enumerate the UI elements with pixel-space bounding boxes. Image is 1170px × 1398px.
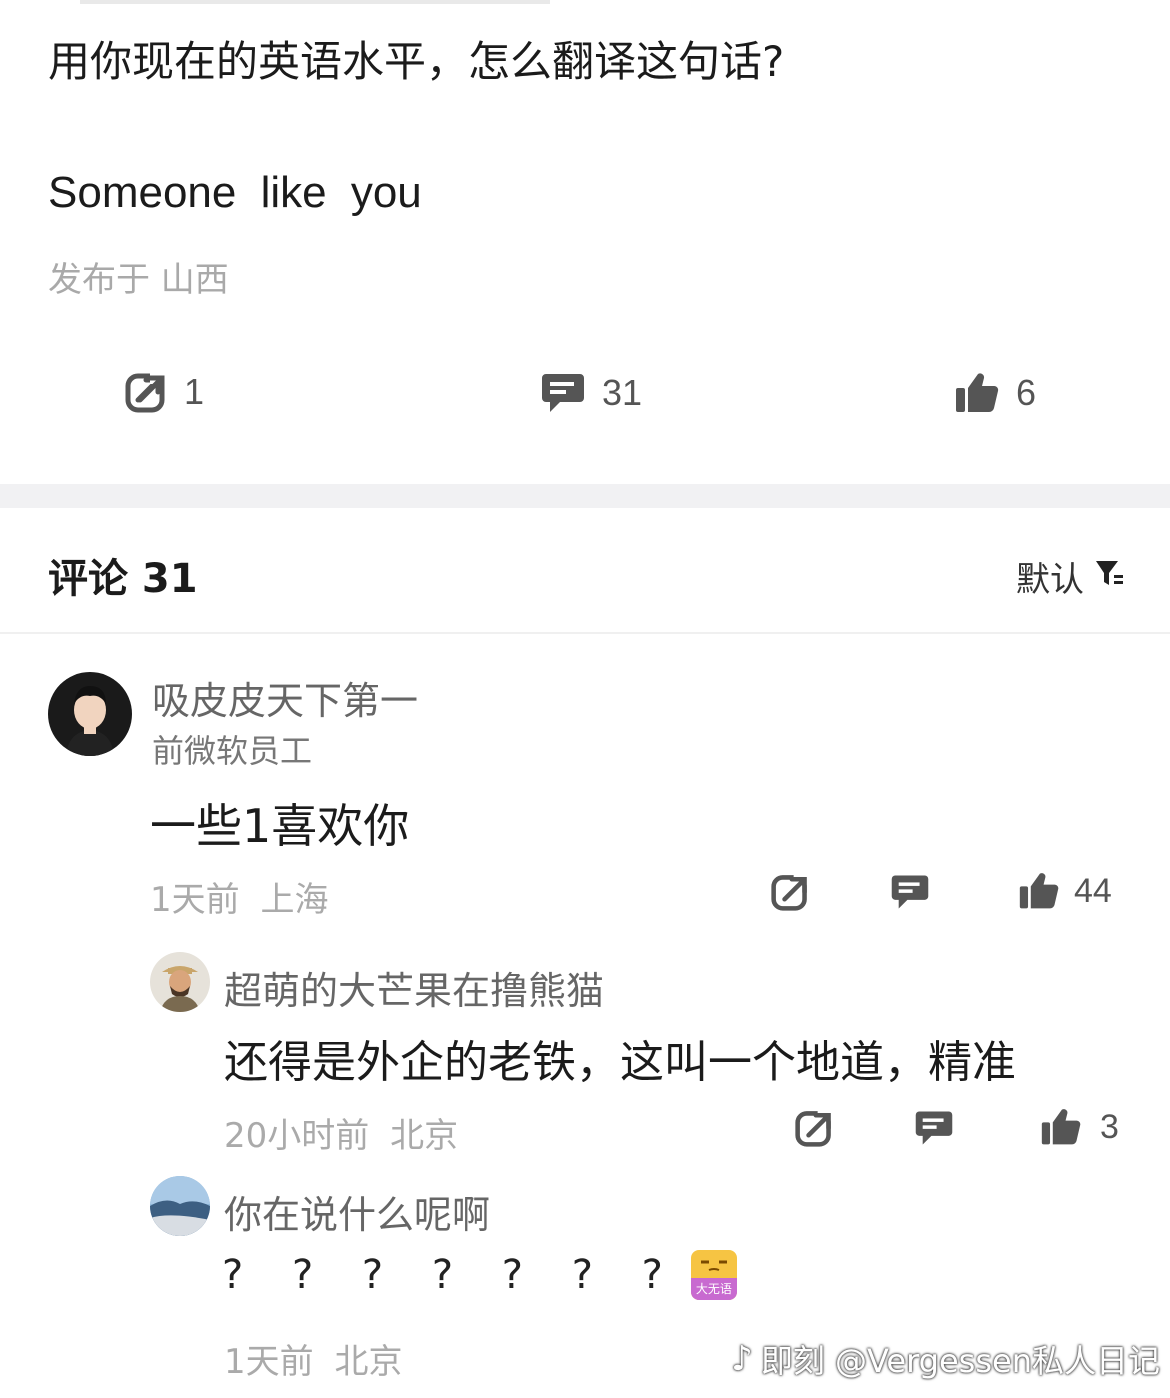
comment-like-button[interactable]: 44 xyxy=(1018,870,1112,912)
reply-text: 还得是外企的老铁，这叫一个地道，精准 xyxy=(224,1037,1016,1088)
comment-username[interactable]: 吸皮皮天下第一 xyxy=(152,670,418,725)
comment-meta: 1天前 上海 xyxy=(150,880,329,920)
share-icon xyxy=(124,370,168,414)
sort-dropdown[interactable]: 默认 xyxy=(1016,552,1124,601)
comment-user-title: 前微软员工 xyxy=(152,732,313,770)
filter-icon xyxy=(1094,557,1124,597)
section-separator xyxy=(0,484,1170,508)
reply-username[interactable]: 超萌的大芒果在撸熊猫 xyxy=(224,960,604,1015)
watermark-text: 即刻 @Vergessen私人日记 xyxy=(760,1342,1160,1380)
like-count: 6 xyxy=(1016,372,1037,413)
sticker-label: 大无语 xyxy=(690,1278,737,1300)
comment-like-count: 44 xyxy=(1074,871,1112,910)
top-divider xyxy=(80,0,550,4)
comments-title: 评论 31 xyxy=(48,556,198,602)
thumbs-up-icon xyxy=(954,370,1000,416)
like-button[interactable]: 6 xyxy=(954,370,1036,416)
reply-username[interactable]: 你在说什么呢啊 xyxy=(224,1184,490,1239)
comment-share-button[interactable] xyxy=(770,872,810,916)
comment-icon xyxy=(914,1111,954,1152)
post-title: 用你现在的英语水平，怎么翻译这句话? xyxy=(48,37,785,86)
sort-label: 默认 xyxy=(1016,560,1084,600)
reply-meta: 20小时前 北京 xyxy=(224,1116,459,1156)
comment-icon xyxy=(890,875,930,916)
post-location: 发布于 山西 xyxy=(48,260,229,300)
avatar[interactable] xyxy=(48,672,132,756)
header-divider xyxy=(0,632,1170,634)
thumbs-up-icon xyxy=(1018,870,1060,912)
comment-count: 31 xyxy=(602,372,643,413)
reply-text: ? ? ? ? ? ? ? xyxy=(222,1252,681,1298)
comment-button[interactable]: 31 xyxy=(540,370,642,416)
comment-text: 一些1喜欢你 xyxy=(150,799,410,853)
share-count: 1 xyxy=(184,371,205,412)
thumbs-up-icon xyxy=(1040,1106,1082,1148)
share-icon xyxy=(770,873,810,916)
avatar[interactable] xyxy=(150,1176,210,1236)
post-body: Someone like you xyxy=(48,168,422,217)
comment-reply-button[interactable] xyxy=(890,872,930,916)
music-note-icon: ♪ xyxy=(731,1339,753,1379)
reply-comment-button[interactable] xyxy=(914,1108,954,1152)
watermark: ♪ 即刻 @Vergessen私人日记 xyxy=(731,1336,1160,1382)
emoji-sticker: 大无语 xyxy=(690,1250,737,1300)
reply-like-button[interactable]: 3 xyxy=(1040,1106,1119,1148)
reply-like-count: 3 xyxy=(1100,1107,1119,1146)
comment-icon xyxy=(540,370,586,416)
reply-share-button[interactable] xyxy=(794,1108,834,1152)
share-button[interactable]: 1 xyxy=(124,370,204,414)
reply-content: ? ? ? ? ? ? ? 大无语 xyxy=(222,1250,737,1300)
reply-meta: 1天前 北京 xyxy=(224,1342,403,1382)
share-icon xyxy=(794,1109,834,1152)
avatar[interactable] xyxy=(150,952,210,1012)
